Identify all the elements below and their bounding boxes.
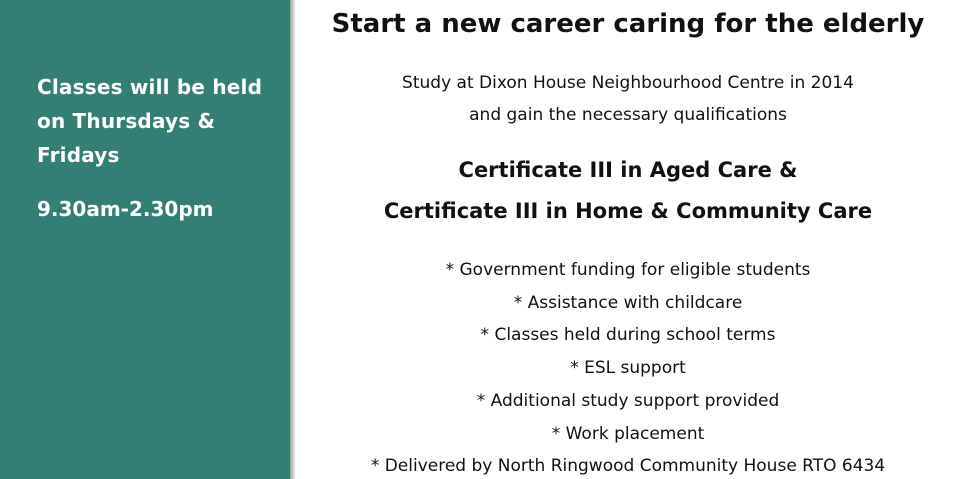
schedule-line: Fridays — [37, 143, 120, 167]
list-item: * Work placement — [551, 423, 705, 444]
class-time: 9.30am-2.30pm — [37, 197, 214, 221]
class-schedule-panel: Classes will be held on Thursdays & Frid… — [0, 0, 290, 479]
schedule-line: Classes will be held — [37, 75, 263, 99]
course-info: Start a new career caring for the elderl… — [296, 0, 960, 479]
list-item: * ESL support — [570, 358, 686, 379]
schedule-line: on Thursdays & — [37, 109, 216, 133]
benefits-list: * Government funding for eligible studen… — [296, 254, 960, 479]
intro-text: Study at Dixon House Neighbourhood Centr… — [296, 67, 960, 131]
list-item: * Government funding for eligible studen… — [445, 260, 811, 280]
flyer-page: Classes will be held on Thursdays & Frid… — [0, 0, 960, 479]
certificate-titles: Certificate III in Aged Care & Certifica… — [296, 150, 960, 232]
list-item: * Additional study support provided — [476, 390, 780, 411]
certificate-title: Certificate III in Aged Care & — [458, 158, 798, 182]
list-item: * Delivered by North Ringwood Community … — [370, 456, 886, 477]
page-title: Start a new career caring for the elderl… — [331, 9, 925, 39]
certificate-title: Certificate III in Home & Community Care — [383, 199, 873, 223]
intro-line: Study at Dixon House Neighbourhood Centr… — [402, 73, 854, 93]
list-item: * Assistance with childcare — [513, 292, 743, 313]
list-item: * Classes held during school terms — [480, 325, 776, 346]
intro-line: and gain the necessary qualifications — [469, 105, 787, 125]
